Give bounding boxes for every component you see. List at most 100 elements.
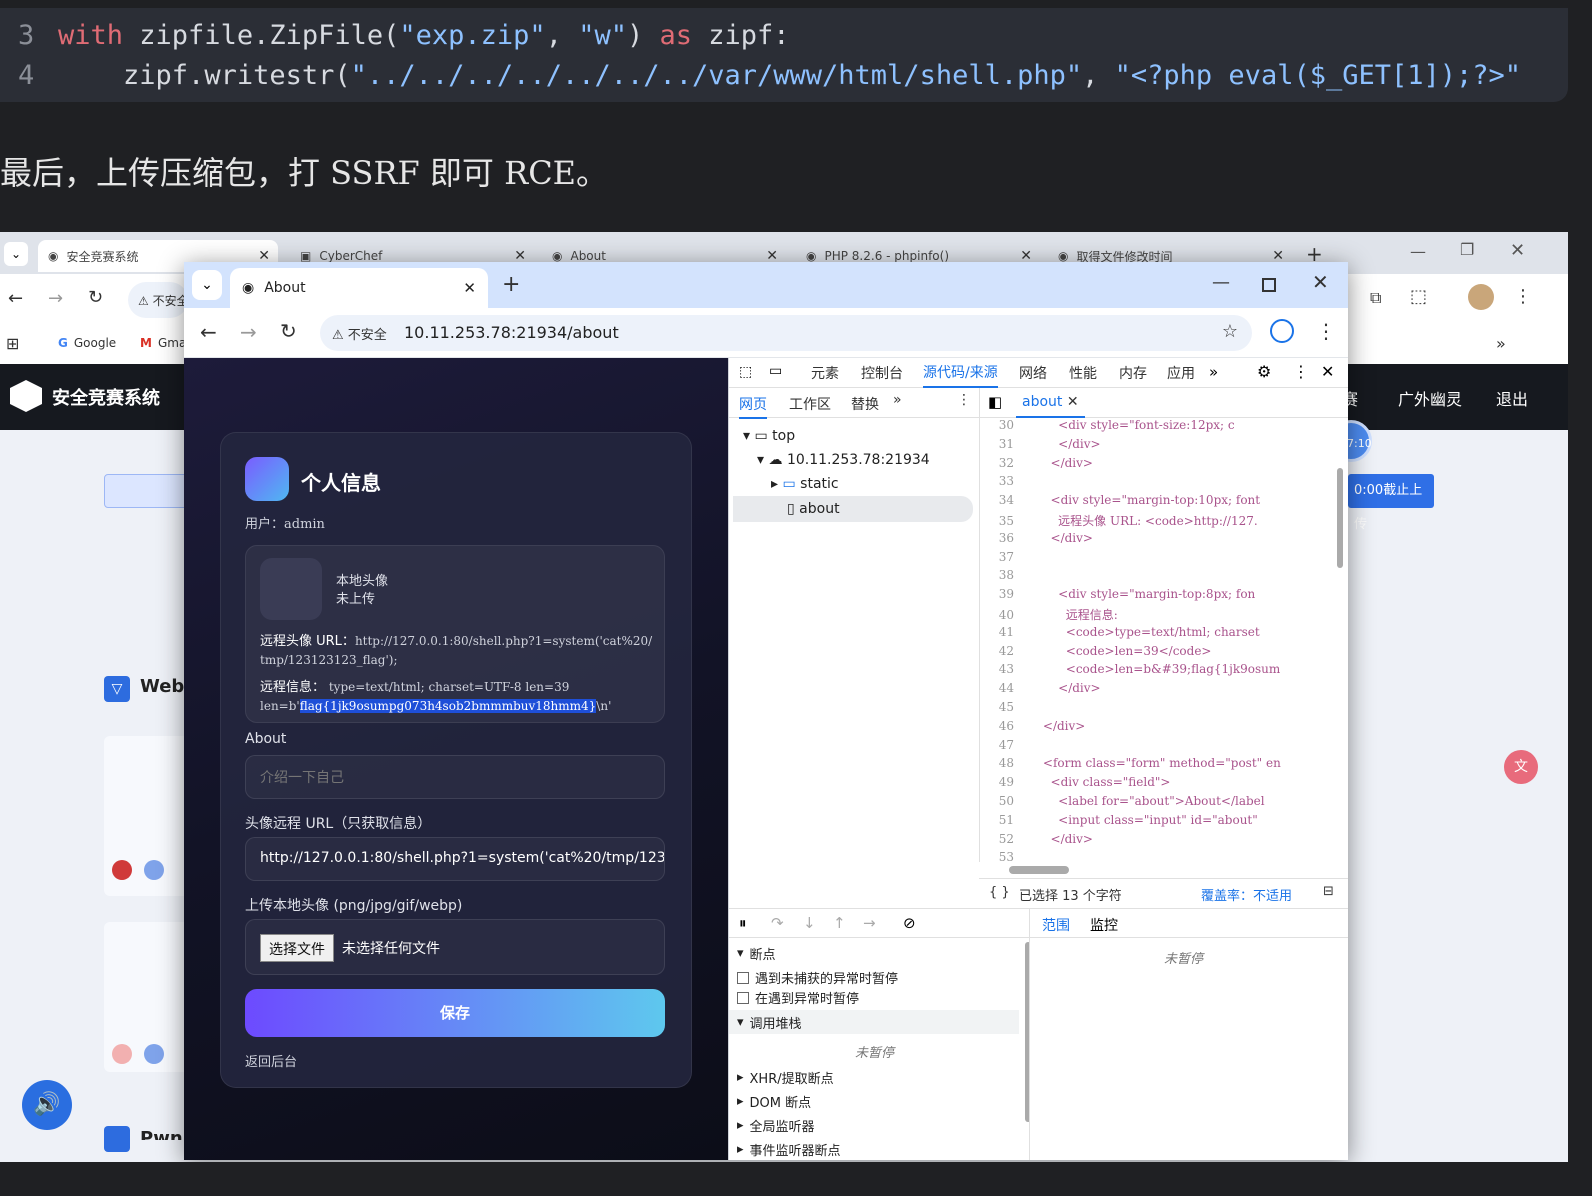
- tree-item-top[interactable]: ▾ ▭ top: [743, 428, 795, 444]
- pause-caught-checkbox[interactable]: 在遇到异常时暂停: [737, 988, 859, 1007]
- close-icon[interactable]: ✕: [463, 279, 476, 297]
- close-icon[interactable]: ✕: [1067, 394, 1079, 410]
- close-window-icon[interactable]: ✕: [1510, 240, 1525, 261]
- puzzle-icon[interactable]: ⬚: [1410, 286, 1427, 307]
- pause-icon[interactable]: ⏸: [739, 914, 747, 932]
- step-icon[interactable]: →: [863, 914, 876, 932]
- search-box[interactable]: [104, 474, 194, 508]
- more-icon[interactable]: ⋮: [1293, 362, 1309, 381]
- forward-icon[interactable]: →: [240, 320, 257, 344]
- back-icon[interactable]: ←: [8, 288, 23, 309]
- code-line: 42 <code>len=39</code>: [980, 644, 1212, 663]
- insecure-badge[interactable]: ⚠ 不安全: [332, 324, 387, 343]
- new-tab-icon[interactable]: +: [502, 272, 520, 297]
- close-devtools-icon[interactable]: ✕: [1321, 362, 1334, 381]
- section-global[interactable]: ▸ 全局监听器: [737, 1116, 815, 1135]
- avatar[interactable]: [1468, 284, 1494, 310]
- debugger-scrollbar[interactable]: [1025, 942, 1029, 1122]
- step-out-icon[interactable]: ↑: [833, 914, 846, 932]
- tab-sources[interactable]: 源代码/来源: [923, 358, 998, 388]
- tab-elements[interactable]: 元素: [811, 358, 839, 388]
- nav-item-logout[interactable]: 退出: [1496, 386, 1528, 410]
- url-text[interactable]: 10.11.253.78:21934/about: [404, 323, 619, 342]
- tree-item-static[interactable]: ▸ ▭ static: [771, 476, 839, 492]
- pause-uncaught-checkbox[interactable]: 遇到未捕获的异常时暂停: [737, 968, 898, 987]
- profile-icon[interactable]: [1270, 319, 1294, 343]
- inspect-icon[interactable]: ⬚: [739, 364, 752, 380]
- section-breakpoints[interactable]: ▾ 断点: [737, 944, 776, 963]
- device-toggle-icon[interactable]: ▭: [769, 363, 782, 379]
- tree-item-about-selected[interactable]: [733, 496, 973, 522]
- tab-search-icon[interactable]: ⌄: [192, 270, 222, 300]
- tab-performance[interactable]: 性能: [1069, 358, 1097, 388]
- restore-icon[interactable]: ❐: [1460, 240, 1474, 259]
- nav-item-user[interactable]: 广外幽灵: [1398, 386, 1462, 410]
- minimize-icon[interactable]: —: [1212, 272, 1230, 293]
- more-bookmarks-icon[interactable]: »: [1496, 334, 1506, 353]
- section-xhr[interactable]: ▸ XHR/提取断点: [737, 1068, 834, 1087]
- code-line: 53: [980, 850, 1020, 862]
- menu-icon[interactable]: ⋮: [1514, 286, 1532, 307]
- menu-icon[interactable]: ⋮: [1316, 319, 1336, 343]
- editor-scrollbar[interactable]: [1337, 468, 1343, 568]
- translate-icon[interactable]: 文: [1504, 750, 1538, 784]
- tree-item-about[interactable]: ▯ about: [787, 501, 840, 517]
- code-editor[interactable]: 30 <div style="font-size:12px; c 31 </div…: [979, 418, 1348, 862]
- flag-selection[interactable]: flag{1jk9osumpg073h4sob2bmmmbuv18hmm4}: [299, 699, 597, 713]
- section-events[interactable]: ▸ 事件监听器断点: [737, 1140, 841, 1159]
- tab-console[interactable]: 控制台: [861, 358, 903, 388]
- toggle-navigator-icon[interactable]: ◧: [988, 393, 1002, 411]
- tab-watch[interactable]: 监控: [1090, 915, 1118, 935]
- tab-search-icon[interactable]: ⌄: [4, 242, 28, 266]
- more-nav-icon[interactable]: »: [893, 392, 902, 408]
- nav-tab-overrides[interactable]: 替换: [851, 394, 879, 414]
- about-input[interactable]: [245, 755, 665, 799]
- more-tabs-icon[interactable]: »: [1209, 363, 1218, 381]
- star-icon[interactable]: ☆: [1222, 321, 1238, 342]
- code-line: 36 </div>: [980, 531, 1093, 550]
- apps-icon[interactable]: ⊞: [6, 334, 19, 353]
- remote-url-label: 头像远程 URL（只获取信息）: [245, 816, 432, 832]
- forward-icon[interactable]: →: [48, 288, 63, 309]
- speaker-icon[interactable]: 🔊: [22, 1080, 72, 1130]
- reload-icon[interactable]: ↻: [280, 319, 297, 343]
- bookmark-google[interactable]: G Google: [58, 336, 116, 350]
- bg-address-bar[interactable]: ⚠ 不安全: [128, 282, 188, 318]
- maximize-icon[interactable]: [1262, 278, 1276, 292]
- bookmark-gmail[interactable]: MGmail: [140, 336, 184, 350]
- reload-icon[interactable]: ↻: [88, 287, 103, 308]
- tab-network[interactable]: 网络: [1019, 358, 1047, 388]
- nav-tab-page[interactable]: 网页: [739, 394, 767, 419]
- address-bar[interactable]: ⚠ 不安全 10.11.253.78:21934/about ☆: [320, 315, 1252, 351]
- coverage-status[interactable]: 覆盖率：不适用: [1201, 885, 1292, 904]
- section-call-stack[interactable]: ▾ 调用堆栈: [729, 1010, 1019, 1034]
- choose-file-button[interactable]: 选择文件: [260, 934, 334, 962]
- nav-tab-workspace[interactable]: 工作区: [789, 394, 831, 414]
- back-icon[interactable]: ←: [200, 320, 217, 344]
- tab-application[interactable]: 应用: [1167, 358, 1195, 388]
- section-dom[interactable]: ▸ DOM 断点: [737, 1092, 811, 1111]
- extension-icon[interactable]: ⧉: [1370, 288, 1381, 308]
- nav-menu-icon[interactable]: ⋮: [957, 392, 971, 408]
- pretty-print-icon[interactable]: { }: [989, 885, 1010, 900]
- deactivate-breakpoints-icon[interactable]: ⊘: [903, 914, 916, 932]
- step-into-icon[interactable]: ↓: [803, 914, 816, 932]
- fg-tab-about[interactable]: ◉ About ✕: [230, 268, 488, 308]
- back-link[interactable]: 返回后台: [245, 1051, 297, 1070]
- user-line: 用户：admin: [245, 517, 325, 532]
- panel-toggle-icon[interactable]: ⊟: [1323, 884, 1334, 899]
- editor-tab-about[interactable]: about ✕: [1016, 388, 1085, 418]
- minimize-icon[interactable]: —: [1410, 242, 1426, 261]
- tab-memory[interactable]: 内存: [1119, 358, 1147, 388]
- step-over-icon[interactable]: ↷: [771, 914, 784, 932]
- line-number: 41: [998, 624, 1014, 639]
- tree-item-host[interactable]: ▾ ☁ 10.11.253.78:21934: [757, 452, 930, 468]
- remote-url-input[interactable]: http://127.0.0.1:80/shell.php?1=system('…: [245, 837, 665, 881]
- upload-deadline-button[interactable]: 0:00截止上传: [1348, 474, 1434, 532]
- save-button[interactable]: 保存: [245, 989, 665, 1037]
- horizontal-scrollbar[interactable]: [979, 862, 1348, 878]
- close-window-icon[interactable]: ✕: [1312, 270, 1329, 294]
- tab-scope[interactable]: 范围: [1042, 915, 1070, 935]
- gear-icon[interactable]: ⚙: [1257, 362, 1271, 381]
- line-source: </div>: [1020, 436, 1101, 451]
